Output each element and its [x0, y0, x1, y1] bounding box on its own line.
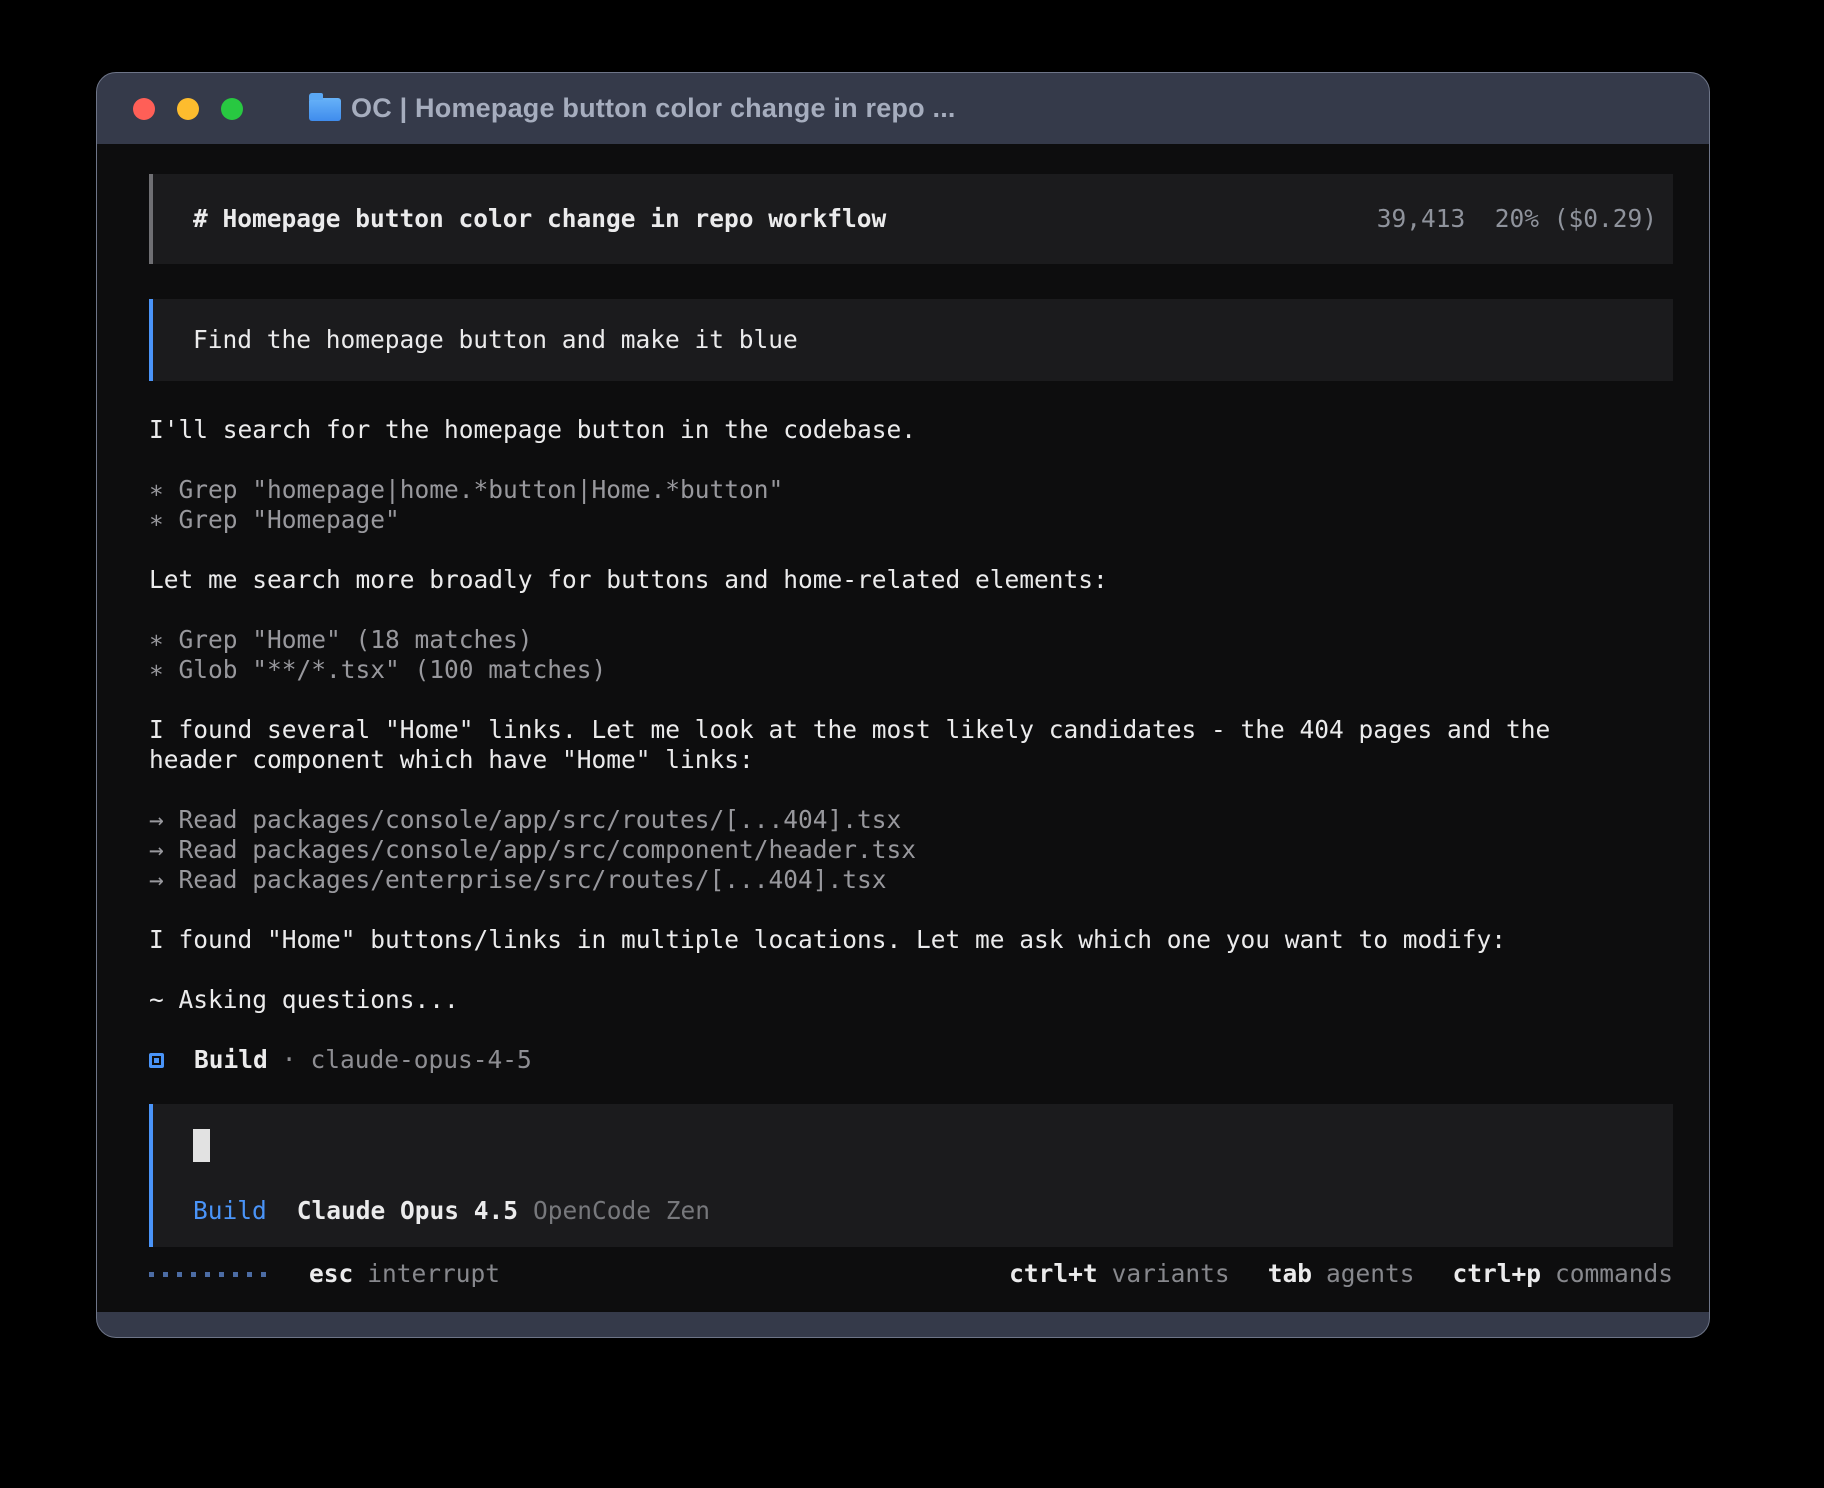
- shortcut-key-esc: esc: [309, 1259, 353, 1289]
- transcript-line: ∗ Glob "**/*.tsx" (100 matches): [149, 655, 1673, 685]
- agent-separator: ·: [282, 1045, 297, 1075]
- window-title-group: OC | Homepage button color change in rep…: [309, 93, 956, 124]
- assistant-paragraph: I found "Home" buttons/links in multiple…: [149, 925, 1673, 955]
- assistant-paragraph: → Read packages/console/app/src/routes/[…: [149, 805, 1673, 895]
- shortcut-hint: ctrl+p commands: [1452, 1259, 1673, 1288]
- shortcut-key: tab: [1268, 1259, 1312, 1288]
- agent-icon: [149, 1053, 164, 1068]
- spinner-dot: [149, 1272, 154, 1277]
- assistant-paragraph: ∗ Grep "homepage|home.*button|Home.*butt…: [149, 475, 1673, 535]
- spinner-dots-icon: [149, 1272, 275, 1277]
- transcript-line: Let me search more broadly for buttons a…: [149, 565, 1673, 595]
- transcript-line: → Read packages/console/app/src/routes/[…: [149, 805, 1673, 835]
- assistant-paragraph: ∗ Grep "Home" (18 matches)∗ Glob "**/*.t…: [149, 625, 1673, 685]
- transcript-line: ∗ Grep "homepage|home.*button|Home.*butt…: [149, 475, 1673, 505]
- agent-model: claude-opus-4-5: [311, 1045, 532, 1075]
- text-cursor: [193, 1129, 210, 1162]
- transcript-line: header component which have "Home" links…: [149, 745, 1673, 775]
- input-model-name: Claude Opus 4.5: [297, 1196, 518, 1226]
- spinner-dot: [205, 1272, 210, 1277]
- minimize-button[interactable]: [177, 98, 199, 120]
- session-title: # Homepage button color change in repo w…: [193, 204, 886, 234]
- folder-icon: [309, 98, 341, 121]
- transcript-line: I'll search for the homepage button in t…: [149, 415, 1673, 445]
- spinner-dot: [219, 1272, 224, 1277]
- shortcut-key: ctrl+p: [1452, 1259, 1541, 1288]
- transcript-line: ~ Asking questions...: [149, 985, 1673, 1015]
- transcript-line: I found "Home" buttons/links in multiple…: [149, 925, 1673, 955]
- spinner-dot: [233, 1272, 238, 1277]
- transcript: I'll search for the homepage button in t…: [149, 415, 1673, 1015]
- prompt-input[interactable]: Build Claude Opus 4.5 OpenCode Zen: [149, 1104, 1673, 1247]
- transcript-line: → Read packages/enterprise/src/routes/[.…: [149, 865, 1673, 895]
- shortcut-hint: ctrl+t variants: [1009, 1259, 1230, 1288]
- transcript-line: ∗ Grep "Homepage": [149, 505, 1673, 535]
- terminal-content: # Homepage button color change in repo w…: [97, 144, 1709, 1312]
- spinner-dot: [191, 1272, 196, 1277]
- user-message-text: Find the homepage button and make it blu…: [193, 325, 798, 355]
- shortcut-label: agents: [1326, 1259, 1415, 1288]
- session-header: # Homepage button color change in repo w…: [149, 174, 1673, 264]
- window-titlebar[interactable]: OC | Homepage button color change in rep…: [97, 73, 1709, 144]
- shortcut-hint: tab agents: [1268, 1259, 1415, 1288]
- transcript-line: → Read packages/console/app/src/componen…: [149, 835, 1673, 865]
- window-title: OC | Homepage button color change in rep…: [351, 93, 956, 124]
- shortcut-key: ctrl+t: [1009, 1259, 1098, 1288]
- spinner-dot: [163, 1272, 168, 1277]
- spinner-dot: [247, 1272, 252, 1277]
- user-message: Find the homepage button and make it blu…: [149, 299, 1673, 381]
- status-bar: esc interrupt ctrl+tvariantstabagentsctr…: [149, 1259, 1673, 1289]
- spinner-dot: [177, 1272, 182, 1277]
- zoom-button[interactable]: [221, 98, 243, 120]
- input-agent-mode: Build: [193, 1196, 267, 1226]
- input-footer: Build Claude Opus 4.5 OpenCode Zen: [193, 1196, 1657, 1226]
- agent-status-line: Build · claude-opus-4-5: [149, 1045, 1673, 1075]
- assistant-paragraph: I'll search for the homepage button in t…: [149, 415, 1673, 445]
- shortcut-label: commands: [1555, 1259, 1673, 1288]
- assistant-paragraph: I found several "Home" links. Let me loo…: [149, 715, 1673, 775]
- input-provider-name: OpenCode Zen: [533, 1196, 710, 1226]
- terminal-window: OC | Homepage button color change in rep…: [96, 72, 1710, 1338]
- assistant-paragraph: ~ Asking questions...: [149, 985, 1673, 1015]
- transcript-line: I found several "Home" links. Let me loo…: [149, 715, 1673, 745]
- spinner-dot: [261, 1272, 266, 1277]
- transcript-line: ∗ Grep "Home" (18 matches): [149, 625, 1673, 655]
- session-stats: 39,413 20% ($0.29): [1377, 204, 1657, 234]
- shortcut-label-interrupt: interrupt: [367, 1259, 500, 1289]
- assistant-paragraph: Let me search more broadly for buttons a…: [149, 565, 1673, 595]
- close-button[interactable]: [133, 98, 155, 120]
- status-bar-left: esc interrupt: [149, 1259, 500, 1289]
- shortcut-label: variants: [1112, 1259, 1230, 1288]
- agent-name: Build: [194, 1045, 268, 1075]
- shortcut-hints: ctrl+t variants tab agents ctrl+p commands: [1009, 1259, 1673, 1289]
